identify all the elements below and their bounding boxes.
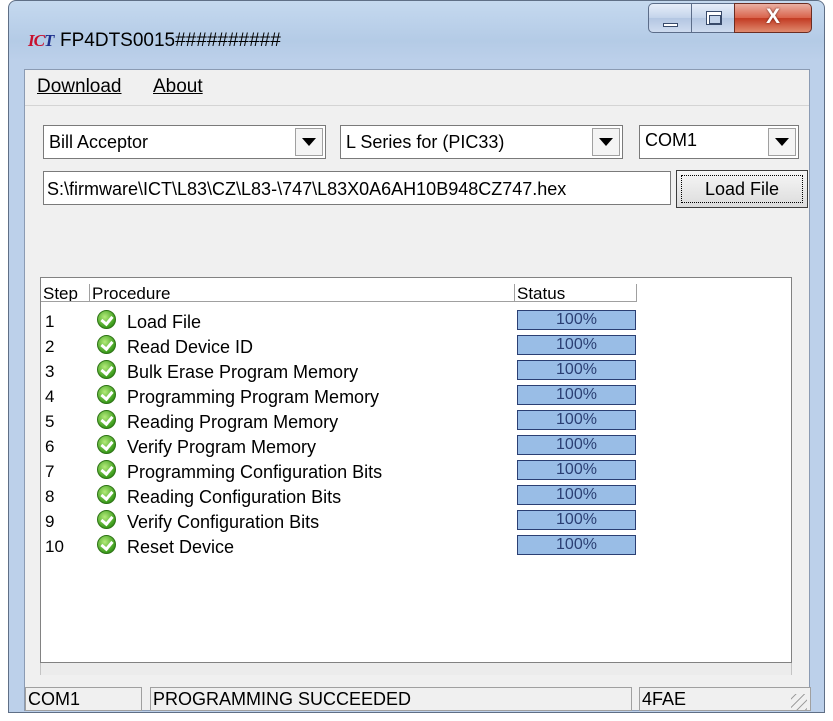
menu-bar: Download About (25, 70, 809, 106)
step-number: 5 (45, 412, 55, 431)
progress-percent: 100% (556, 386, 597, 403)
progress-bar: 100% (517, 335, 636, 355)
close-button[interactable]: X (734, 3, 812, 33)
progress-bar: 100% (517, 535, 636, 555)
procedure-list[interactable]: Step Procedure Status 1 Load File 100% 2 Rea… (40, 277, 792, 663)
check-icon (97, 385, 116, 404)
step-number: 6 (45, 437, 55, 456)
chevron-down-icon[interactable] (768, 128, 796, 156)
step-number: 9 (45, 512, 55, 531)
table-row[interactable]: 9 Verify Configuration Bits 100% (41, 508, 641, 533)
check-icon (97, 535, 116, 554)
status-bar: COM1 PROGRAMMING SUCCEEDED 4FAE (25, 684, 811, 712)
progress-bar: 100% (517, 460, 636, 480)
table-row[interactable]: 10 Reset Device 100% (41, 533, 641, 558)
table-row[interactable]: 5 Reading Program Memory 100% (41, 408, 641, 433)
check-icon (97, 435, 116, 454)
procedure-name: Verify Configuration Bits (127, 512, 320, 532)
step-number: 3 (45, 362, 55, 381)
step-number: 2 (45, 337, 55, 356)
procedure-name: Read Device ID (127, 337, 254, 357)
progress-percent: 100% (556, 361, 597, 378)
progress-bar: 100% (517, 510, 636, 530)
check-icon (97, 335, 116, 354)
device-select-value: Bill Acceptor (49, 132, 149, 152)
port-select-value: COM1 (645, 130, 698, 150)
list-header: Step Procedure Status (41, 278, 791, 302)
progress-percent: 100% (556, 411, 597, 428)
check-icon (97, 460, 116, 479)
procedure-name: Reset Device (127, 537, 235, 557)
check-icon (97, 310, 116, 329)
load-file-button[interactable]: Load File (676, 170, 808, 208)
progress-bar: 100% (517, 385, 636, 405)
progress-bar: 100% (517, 435, 636, 455)
progress-percent: 100% (556, 311, 597, 328)
procedure-name: Programming Configuration Bits (127, 462, 383, 482)
progress-percent: 100% (556, 336, 597, 353)
table-row[interactable]: 7 Programming Configuration Bits 100% (41, 458, 641, 483)
chevron-down-icon[interactable] (592, 128, 620, 156)
maximize-icon (706, 11, 722, 25)
table-row[interactable]: 8 Reading Configuration Bits 100% (41, 483, 641, 508)
chevron-down-icon[interactable] (295, 128, 323, 156)
procedure-name: Load File (127, 312, 202, 332)
menu-download[interactable]: Download (37, 76, 122, 98)
app-window: ICT FP4DTS0015########## X Download Abou… (8, 0, 825, 713)
step-number: 1 (45, 312, 55, 331)
procedure-name: Programming Program Memory (127, 387, 380, 407)
table-row[interactable]: 2 Read Device ID 100% (41, 333, 641, 358)
horizontal-scrollbar[interactable] (40, 663, 792, 675)
step-number: 8 (45, 487, 55, 506)
status-checksum: 4FAE (639, 687, 811, 711)
menu-about[interactable]: About (153, 76, 203, 98)
port-select[interactable]: COM1 (639, 125, 799, 159)
table-row[interactable]: 3 Bulk Erase Program Memory 100% (41, 358, 641, 383)
minimize-button[interactable] (648, 3, 692, 33)
client-area: Download About Bill Acceptor L Series fo… (24, 69, 811, 712)
check-icon (97, 410, 116, 429)
caption-buttons: X (648, 3, 812, 33)
column-header-status[interactable]: Status (515, 284, 637, 302)
column-header-step[interactable]: Step (41, 284, 90, 302)
title-bar[interactable]: ICT FP4DTS0015########## X (9, 1, 824, 69)
file-path-input[interactable]: S:\firmware\ICT\L83\CZ\L83-\747\L83X0A6A… (43, 171, 671, 205)
step-number: 7 (45, 462, 55, 481)
progress-percent: 100% (556, 536, 597, 553)
step-number: 4 (45, 387, 55, 406)
progress-bar: 100% (517, 485, 636, 505)
check-icon (97, 360, 116, 379)
column-header-procedure[interactable]: Procedure (90, 284, 515, 302)
progress-bar: 100% (517, 360, 636, 380)
minimize-icon (663, 23, 678, 27)
resize-grip-icon[interactable] (791, 694, 807, 710)
load-file-label: Load File (681, 175, 803, 203)
progress-bar: 100% (517, 310, 636, 330)
file-path-value: S:\firmware\ICT\L83\CZ\L83-\747\L83X0A6A… (47, 179, 567, 199)
window-title: FP4DTS0015########## (60, 30, 281, 51)
step-number: 10 (45, 537, 64, 556)
procedure-name: Verify Program Memory (127, 437, 317, 457)
table-row[interactable]: 6 Verify Program Memory 100% (41, 433, 641, 458)
table-row[interactable]: 4 Programming Program Memory 100% (41, 383, 641, 408)
progress-percent: 100% (556, 436, 597, 453)
series-select[interactable]: L Series for (PIC33) (340, 125, 623, 159)
close-icon: X (765, 5, 780, 28)
status-message: PROGRAMMING SUCCEEDED (150, 687, 632, 711)
device-select[interactable]: Bill Acceptor (43, 125, 326, 159)
progress-bar: 100% (517, 410, 636, 430)
procedure-name: Reading Configuration Bits (127, 487, 342, 507)
table-row[interactable]: 1 Load File 100% (41, 308, 641, 333)
check-icon (97, 485, 116, 504)
progress-percent: 100% (556, 511, 597, 528)
check-icon (97, 510, 116, 529)
procedure-name: Bulk Erase Program Memory (127, 362, 359, 382)
series-select-value: L Series for (PIC33) (346, 132, 505, 152)
app-logo-icon: ICT (28, 31, 54, 50)
progress-percent: 100% (556, 461, 597, 478)
status-port: COM1 (25, 687, 142, 711)
progress-percent: 100% (556, 486, 597, 503)
procedure-name: Reading Program Memory (127, 412, 339, 432)
maximize-button[interactable] (691, 3, 735, 33)
